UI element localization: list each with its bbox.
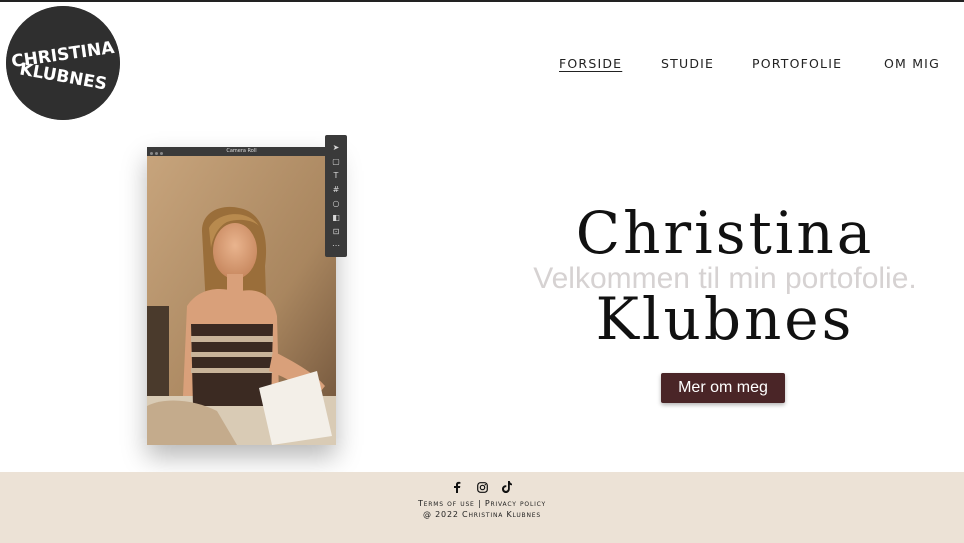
profile-photo-frame: Camera Roll xyxy=(147,147,336,445)
footer-copyright: @ 2022 Christina Klubnes xyxy=(423,510,541,519)
privacy-link[interactable]: Privacy policy xyxy=(485,499,546,508)
hero-last-name: Klubnes xyxy=(595,285,855,353)
tiktok-icon[interactable] xyxy=(500,480,514,494)
photo-titlebar: Camera Roll xyxy=(147,147,336,156)
nav-item-om-mig[interactable]: OM MIG xyxy=(884,56,940,71)
grid-icon[interactable]: # xyxy=(329,183,343,197)
footer-separator: | xyxy=(478,499,482,508)
photo-window-title: Camera Roll xyxy=(226,148,257,154)
nav-item-studie[interactable]: STUDIE xyxy=(661,56,714,71)
terms-link[interactable]: Terms of use xyxy=(418,499,475,508)
embed-icon[interactable]: ⊡ xyxy=(329,225,343,239)
instagram-icon[interactable] xyxy=(475,480,489,494)
sticky-icon[interactable]: ◧ xyxy=(329,211,343,225)
site-footer: Terms of use | Privacy policy @ 2022 Chr… xyxy=(0,472,964,543)
text-icon[interactable]: T xyxy=(329,169,343,183)
cursor-icon[interactable]: ➤ xyxy=(329,141,343,155)
facebook-icon[interactable] xyxy=(450,480,464,494)
social-links xyxy=(450,480,514,494)
side-toolbar: ➤ ▢ T # ○ ◧ ⊡ ⋯ xyxy=(325,135,347,257)
profile-photo xyxy=(147,156,336,445)
hero-first-name: Christina xyxy=(575,199,875,267)
top-border xyxy=(0,0,964,2)
main-nav: FORSIDE STUDIE PORTOFOLIE OM MIG xyxy=(0,56,964,76)
nav-item-portofolie[interactable]: PORTOFOLIE xyxy=(752,56,842,71)
page-icon[interactable]: ▢ xyxy=(329,155,343,169)
circle-icon[interactable]: ○ xyxy=(329,197,343,211)
mer-om-meg-button[interactable]: Mer om meg xyxy=(661,373,785,403)
nav-item-forside[interactable]: FORSIDE xyxy=(559,56,622,71)
footer-legal-links: Terms of use | Privacy policy xyxy=(0,499,964,508)
more-icon[interactable]: ⋯ xyxy=(329,239,343,253)
